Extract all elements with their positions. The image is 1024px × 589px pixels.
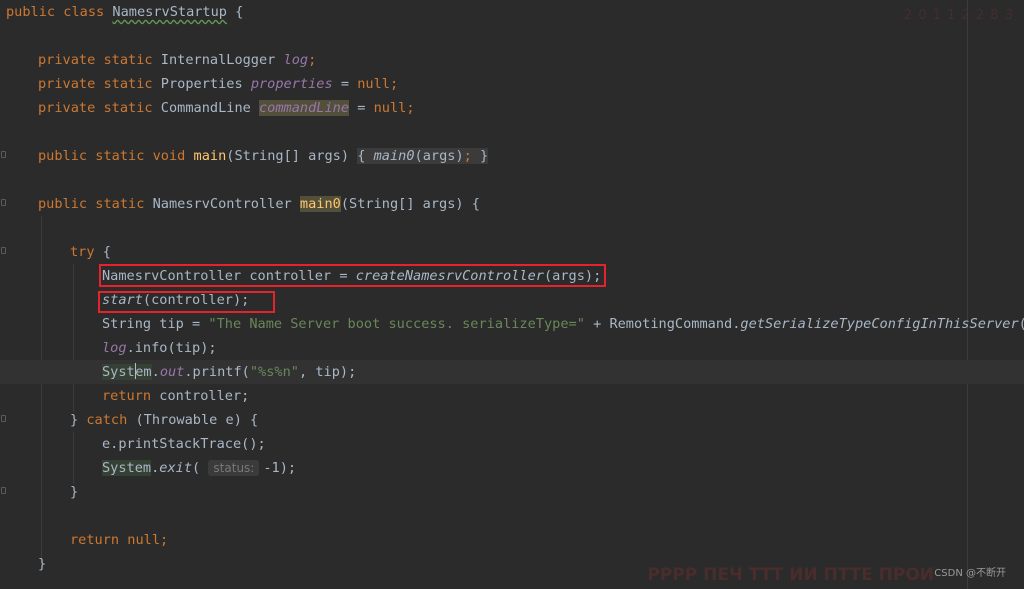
type-name: Properties — [160, 76, 243, 92]
code-line[interactable]: } — [38, 552, 46, 576]
code-line[interactable]: } — [70, 480, 78, 504]
code-line[interactable]: private static InternalLogger log; — [38, 48, 316, 72]
field-name: log — [283, 52, 309, 68]
code-editor[interactable]: public class NamesrvStartup { private st… — [0, 0, 1024, 589]
indent-guide — [73, 264, 74, 412]
keyword: private — [38, 52, 96, 68]
keyword: public — [38, 148, 88, 164]
method-call: getSerializeTypeConfigInThisServer — [740, 316, 1019, 332]
keyword: null — [127, 532, 161, 548]
keyword: private — [38, 76, 96, 92]
keyword: void — [152, 148, 186, 164]
code-line[interactable]: e.printStackTrace(); — [102, 432, 266, 456]
folded-body[interactable]: { main0(args); } — [357, 148, 489, 164]
method-call: main0 — [373, 148, 415, 164]
keyword: return — [70, 532, 120, 548]
expression: + RemotingCommand. — [584, 316, 741, 332]
parameters: (Throwable e) { — [135, 412, 259, 428]
text-caret — [134, 363, 137, 379]
keyword: class — [63, 4, 105, 20]
method-call: e.printStackTrace(); — [102, 436, 266, 452]
keyword: null — [373, 100, 407, 116]
method-call: .info(tip); — [126, 340, 217, 356]
field-name: log — [102, 340, 127, 356]
indent-guide — [73, 432, 74, 484]
fold-marker-icon[interactable] — [1, 247, 6, 254]
code-line[interactable]: public class NamesrvStartup { — [6, 0, 243, 24]
string-literal: "%s%n" — [249, 364, 299, 380]
code-line[interactable]: return controller; — [102, 384, 249, 408]
annotation-box — [99, 264, 606, 287]
method-call: exit — [159, 460, 193, 476]
method-name: main — [193, 148, 227, 164]
keyword: private — [38, 100, 96, 116]
field-name: out — [159, 364, 185, 380]
field-name: properties — [250, 76, 333, 92]
indent-guide — [41, 216, 42, 564]
variable: controller; — [151, 388, 250, 404]
code-line[interactable]: public static NamesrvController main0(St… — [38, 192, 480, 216]
type-name: CommandLine — [160, 100, 251, 116]
code-line[interactable]: return null; — [70, 528, 168, 552]
class-name: NamesrvStartup — [112, 4, 227, 20]
keyword: null — [357, 76, 390, 92]
type-name: InternalLogger — [160, 52, 276, 68]
method-name: main0 — [299, 196, 341, 212]
keyword: catch — [86, 412, 128, 428]
keyword: static — [103, 100, 153, 116]
code-line-current[interactable]: System.out.printf("%s%n", tip); — [102, 360, 356, 384]
keyword: public — [6, 4, 56, 20]
fold-marker-icon[interactable] — [1, 199, 6, 206]
fold-marker-icon[interactable] — [1, 487, 6, 494]
type-name: NamesrvController — [152, 196, 292, 212]
code-line[interactable]: public static void main(String[] args) {… — [38, 144, 489, 168]
right-margin-guide — [967, 0, 968, 589]
code-line[interactable]: private static CommandLine commandLine =… — [38, 96, 415, 120]
parameters: (String[] args) — [226, 148, 350, 164]
code-line[interactable]: System.exit( status: -1); — [102, 456, 296, 480]
keyword: try — [70, 244, 95, 260]
watermark: CSDN @不断开 — [934, 568, 1006, 579]
keyword: static — [103, 52, 153, 68]
class-reference: System — [102, 460, 152, 476]
editor-gutter — [0, 0, 8, 589]
field-name: commandLine — [259, 100, 350, 116]
keyword: static — [95, 196, 145, 212]
parameters: (String[] args) — [340, 196, 464, 212]
code-line[interactable]: } catch (Throwable e) { — [70, 408, 258, 432]
declaration: String tip = — [102, 316, 209, 332]
code-line[interactable]: try { — [70, 240, 111, 264]
watermark: PPPP ПЕЧ ТТТ ИИ ПТТЕ ПРОИ — [647, 565, 934, 585]
fold-marker-icon[interactable] — [1, 415, 6, 422]
fold-marker-icon[interactable] — [1, 151, 6, 158]
parameter-hint: status: — [208, 460, 260, 476]
keyword: return — [102, 388, 152, 404]
keyword: static — [103, 76, 153, 92]
keyword: public — [38, 196, 88, 212]
method-call: .printf( — [184, 364, 250, 380]
keyword: static — [95, 148, 145, 164]
class-reference: System — [102, 363, 152, 380]
watermark: 2 0 1 1 2 2 8 3 — [903, 8, 1014, 23]
string-literal: "The Name Server boot success. serialize… — [208, 316, 585, 332]
code-line[interactable]: String tip = "The Name Server boot succe… — [102, 312, 1024, 336]
code-line[interactable]: log.info(tip); — [102, 336, 217, 360]
annotation-box — [98, 291, 275, 313]
code-line[interactable]: private static Properties properties = n… — [38, 72, 398, 96]
